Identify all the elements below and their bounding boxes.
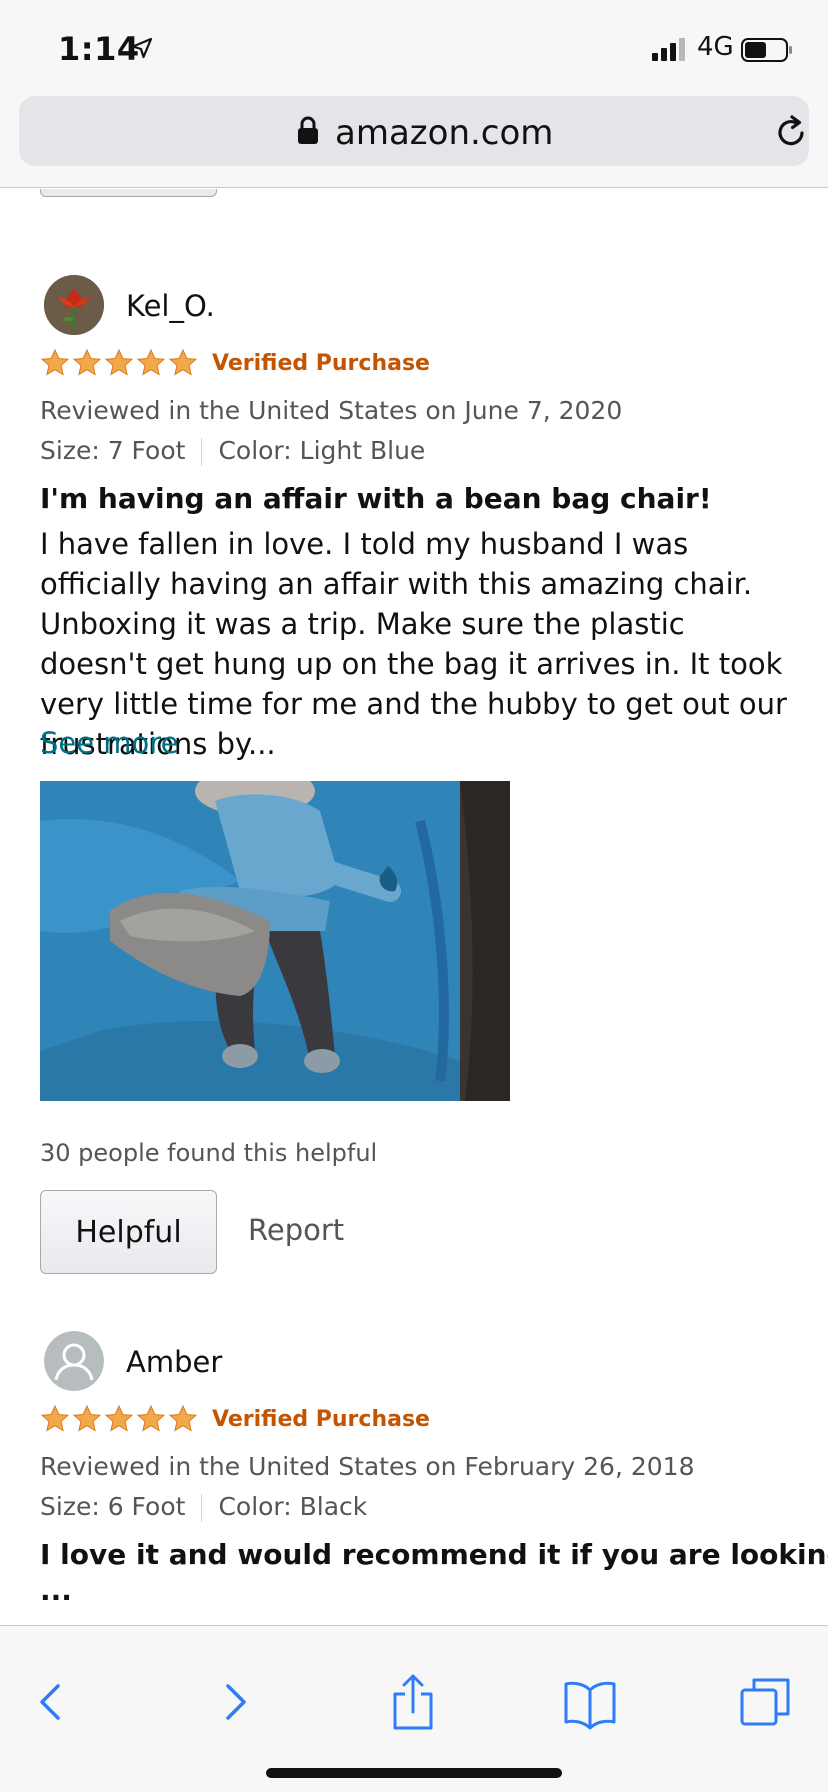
forward-chevron-icon[interactable] — [206, 1674, 262, 1730]
star-icon — [40, 1404, 70, 1432]
star-icon — [136, 1404, 166, 1432]
review-card: Kel_O. Verified Purchase Reviewed in the… — [40, 275, 800, 1285]
verified-purchase-badge: Verified Purchase — [212, 351, 430, 376]
status-time: 1:14 — [58, 30, 140, 68]
review-title[interactable]: I love it and would recommend it if you … — [40, 1538, 828, 1571]
star-rating — [40, 348, 200, 378]
size-label: Size: 6 Foot — [40, 1492, 186, 1521]
star-icon — [168, 1404, 198, 1432]
review-body: I have fallen in love. I told my husband… — [40, 527, 787, 761]
star-icon — [136, 348, 166, 376]
share-icon[interactable] — [385, 1674, 441, 1730]
size-label: Size: 7 Foot — [40, 436, 186, 465]
home-indicator[interactable] — [266, 1768, 562, 1778]
default-user-avatar-icon — [44, 1331, 104, 1391]
battery-icon — [741, 38, 792, 62]
star-icon — [72, 1404, 102, 1432]
report-link[interactable]: Report — [248, 1213, 344, 1247]
divider — [201, 438, 203, 466]
url-text: amazon.com — [335, 113, 554, 153]
signal-bars-icon — [652, 38, 685, 61]
star-icon — [40, 348, 70, 376]
star-icon — [168, 348, 198, 376]
see-more-link[interactable]: See more — [40, 726, 178, 760]
helpful-button[interactable]: Helpful — [40, 1190, 217, 1274]
helpful-count: 30 people found this helpful — [40, 1139, 378, 1167]
color-label: Color: Black — [218, 1492, 368, 1521]
reviewer-name[interactable]: Amber — [126, 1345, 222, 1379]
reviewer-name[interactable]: Kel_O. — [126, 289, 215, 323]
back-chevron-icon[interactable] — [24, 1674, 80, 1730]
browser-toolbar — [0, 1625, 828, 1792]
status-bar: 1:14 4G — [0, 0, 828, 88]
star-rating — [40, 1404, 200, 1434]
star-icon — [72, 348, 102, 376]
review-card: Amber Verified Purchase Reviewed in the … — [40, 1331, 828, 1625]
flower-avatar-icon — [44, 275, 104, 335]
book-icon[interactable] — [562, 1674, 618, 1730]
reload-icon[interactable] — [773, 114, 809, 150]
browser-address-area: amazon.com — [0, 88, 828, 188]
tabs-icon[interactable] — [738, 1674, 794, 1730]
page-content: Kel_O. Verified Purchase Reviewed in the… — [0, 189, 828, 1625]
color-label: Color: Light Blue — [218, 436, 426, 465]
star-icon — [104, 1404, 134, 1432]
review-title[interactable]: I'm having an affair with a bean bag cha… — [40, 482, 712, 515]
previous-helpful-button[interactable] — [40, 189, 217, 197]
review-date: Reviewed in the United States on June 7,… — [40, 396, 623, 425]
verified-purchase-badge: Verified Purchase — [212, 1407, 430, 1432]
phone-screen: 1:14 4G amazon.com Kel_O. Verified Purch… — [0, 0, 828, 1792]
review-title-ellipsis: ... — [40, 1574, 72, 1607]
location-arrow-icon — [131, 37, 153, 59]
address-bar[interactable]: amazon.com — [19, 96, 809, 166]
lock-icon — [298, 116, 318, 144]
star-icon — [104, 348, 134, 376]
variant-info[interactable]: Size: 7 Foot Color: Light Blue — [40, 436, 425, 466]
review-date: Reviewed in the United States on Februar… — [40, 1452, 695, 1481]
divider — [201, 1494, 203, 1522]
network-type: 4G — [697, 32, 734, 62]
variant-info[interactable]: Size: 6 Foot Color: Black — [40, 1492, 367, 1522]
review-photo[interactable] — [40, 781, 510, 1101]
